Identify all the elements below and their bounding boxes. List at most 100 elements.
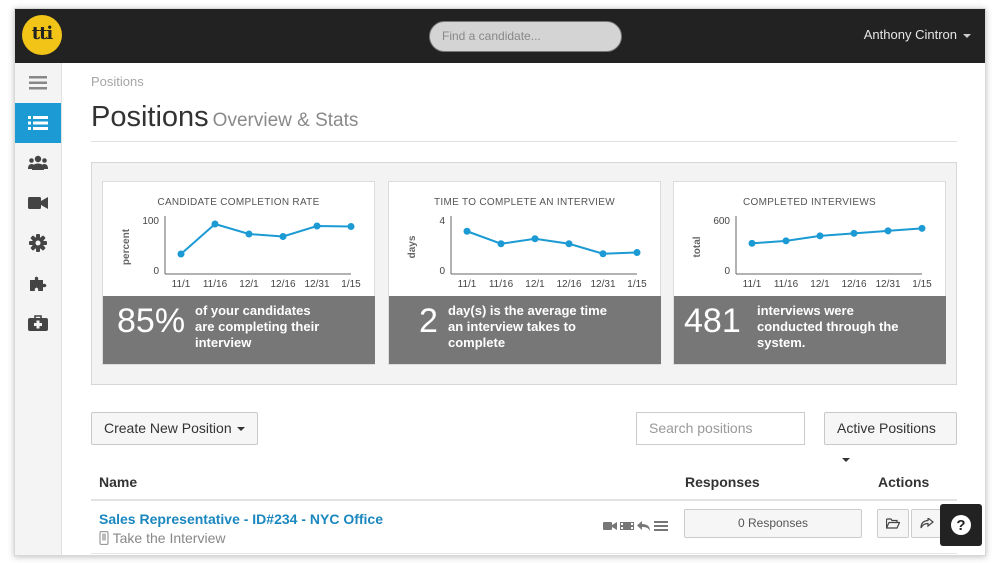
search-positions-input[interactable]: Search positions (636, 412, 805, 445)
tti-logo[interactable]: tti (22, 15, 62, 55)
stat-desc-line: complete (448, 335, 506, 350)
stat-desc-line: are completing their (195, 319, 320, 334)
title-divider (91, 141, 957, 142)
menu-icon (29, 76, 47, 90)
x-tick-label: 12/1 (239, 279, 259, 290)
x-tick-label: 12/1 (810, 279, 830, 290)
data-point (279, 233, 287, 240)
stat-description: day(s) is the average time an interview … (448, 303, 607, 351)
stat-desc-line: system. (757, 335, 806, 350)
take-interview-label: Take the Interview (112, 530, 226, 546)
completed-interviews-chart: total 600 0 11/1 11/16 12/1 12/16 12/31 1/15 (692, 216, 932, 290)
list-icon (28, 116, 48, 130)
take-interview-link[interactable]: Take the Interview (99, 530, 225, 546)
x-tick-label: 12/31 (590, 279, 615, 290)
stat-card-title: CANDIDATE COMPLETION RATE (157, 197, 320, 208)
sidebar (15, 63, 62, 555)
x-tick-label: 12/16 (270, 279, 295, 290)
stat-big-number: 85% (117, 302, 186, 340)
users-icon (28, 155, 48, 170)
position-filter-dropdown[interactable]: Active Positions (824, 412, 957, 463)
data-point (782, 237, 790, 245)
gear-icon (29, 234, 47, 252)
mobile-phone-icon (99, 530, 109, 546)
film-icon (620, 522, 634, 530)
x-tick-label: 1/15 (341, 279, 361, 290)
position-filter-label: Active Positions (837, 420, 936, 436)
data-point (748, 239, 756, 247)
column-header-name[interactable]: Name (99, 474, 137, 490)
user-menu[interactable]: Anthony Cintron (864, 27, 971, 42)
page-subtitle: Overview & Stats (212, 110, 359, 131)
data-point (850, 229, 858, 237)
data-point (531, 235, 539, 243)
time-to-complete-chart: days 4 0 11/1 11/16 12/1 12/16 12/31 1/15 (407, 216, 647, 290)
stat-card-time-to-complete: TIME TO COMPLETE AN INTERVIEW days 4 0 11/1… (388, 181, 661, 365)
question-circle-icon: ? (951, 515, 971, 535)
x-tick-label: 12/16 (841, 279, 866, 290)
x-tick-label: 11/1 (458, 279, 477, 290)
sidebar-item-positions[interactable] (15, 103, 61, 143)
x-tick-label: 12/31 (875, 279, 900, 290)
x-tick-label: 11/16 (203, 279, 228, 290)
sidebar-item-support[interactable] (15, 303, 61, 343)
y-tick-label: 100 (142, 216, 159, 227)
candidate-search-input[interactable]: Find a candidate... (429, 21, 622, 52)
breadcrumb[interactable]: Positions (91, 74, 144, 89)
stat-card-title: COMPLETED INTERVIEWS (742, 197, 877, 208)
y-tick-label: 0 (153, 266, 159, 277)
video-camera-icon (603, 522, 617, 530)
stat-card-summary: 85% of your candidates are completing th… (103, 296, 375, 364)
app-window: tti Find a candidate... Anthony Cintron … (14, 8, 986, 556)
series-line (751, 227, 923, 245)
stat-description: of your candidates are completing their … (195, 303, 319, 351)
stat-desc-line: day(s) is the average time (448, 303, 607, 318)
share-button[interactable] (911, 509, 943, 538)
data-point (816, 232, 824, 240)
help-button[interactable]: ? (940, 504, 982, 546)
x-tick-label: 1/15 (912, 279, 932, 290)
data-point (497, 240, 505, 248)
stat-card-summary: 481 interviews were conducted through th… (674, 296, 946, 364)
y-axis-label: total (692, 236, 703, 257)
table-header-divider (91, 499, 957, 501)
sidebar-item-menu[interactable] (15, 63, 61, 103)
svg-text:?: ? (956, 517, 965, 534)
x-tick-label: 11/1 (743, 279, 762, 290)
position-title-link[interactable]: Sales Representative - ID#234 - NYC Offi… (99, 511, 383, 527)
sidebar-item-integrations[interactable] (15, 263, 61, 303)
y-axis-label: percent (121, 228, 132, 265)
video-camera-icon (28, 197, 48, 209)
data-point (599, 250, 607, 258)
stat-card-completed-interviews: COMPLETED INTERVIEWS total 600 0 11/1 11/16 1… (673, 181, 946, 365)
stat-desc-line: an interview takes to (448, 319, 576, 334)
x-tick-label: 12/1 (525, 279, 545, 290)
data-point (347, 223, 355, 230)
data-point (211, 220, 219, 228)
x-tick-label: 11/1 (172, 279, 191, 290)
y-tick-label: 0 (439, 266, 445, 277)
stat-card-completion-rate: CANDIDATE COMPLETION RATE percent 100 0 11/… (102, 181, 375, 365)
series-line (466, 230, 638, 255)
sidebar-item-interviews[interactable] (15, 183, 61, 223)
x-tick-label: 12/16 (556, 279, 581, 290)
create-position-button[interactable]: Create New Position (91, 412, 258, 445)
responses-button[interactable]: 0 Responses (684, 509, 862, 538)
open-folder-button[interactable] (877, 509, 909, 538)
puzzle-icon (30, 276, 47, 291)
x-tick-label: 11/16 (774, 279, 799, 290)
y-tick-label: 600 (713, 216, 730, 227)
column-header-responses[interactable]: Responses (685, 474, 760, 490)
sidebar-item-settings[interactable] (15, 223, 61, 263)
user-name: Anthony Cintron (863, 27, 957, 42)
data-point (177, 250, 185, 258)
data-point (884, 227, 892, 235)
stat-desc-line: interview (195, 335, 252, 350)
x-tick-label: 11/16 (489, 279, 514, 290)
x-tick-label: 12/31 (304, 279, 329, 290)
data-point (918, 224, 926, 232)
x-tick-label: 1/15 (627, 279, 647, 290)
completion-rate-chart: percent 100 0 11/1 11/16 12/1 12/16 12/31 1/15 (121, 216, 361, 290)
sidebar-item-candidates[interactable] (15, 143, 61, 183)
stat-big-number: 2 (419, 302, 438, 340)
